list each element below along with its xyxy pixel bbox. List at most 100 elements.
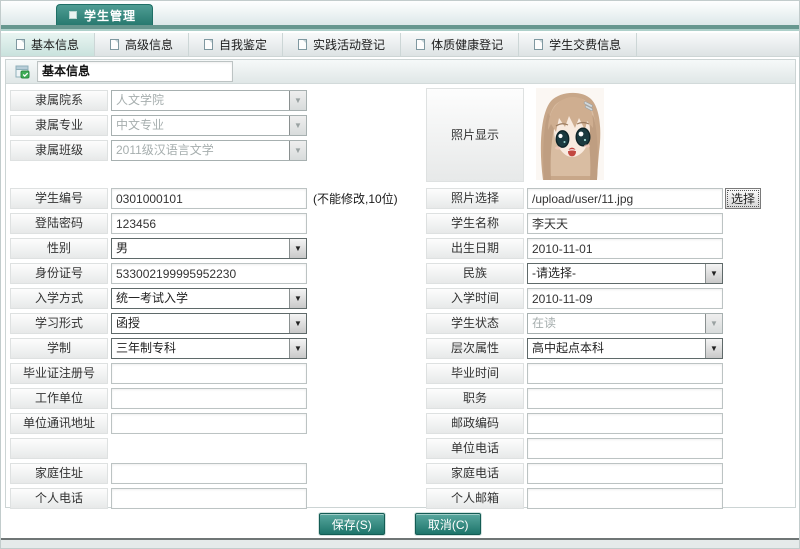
tab-physical-health[interactable]: 体质健康登记 [401, 33, 519, 56]
work-phone-input[interactable] [527, 438, 723, 459]
form-row: 学生状态 在读 ▼ [426, 311, 792, 336]
postal-code-input[interactable] [527, 413, 723, 434]
personal-phone-input[interactable] [111, 488, 307, 509]
affiliation-major-label: 隶属专业 [10, 115, 108, 136]
student-name-label: 学生名称 [426, 213, 524, 234]
student-photo [536, 88, 604, 180]
ethnicity-select[interactable]: -请选择- ▼ [527, 263, 723, 284]
home-address-label: 家庭住址 [10, 463, 108, 484]
affiliation-college-label: 隶属院系 [10, 90, 108, 111]
job-title-label: 职务 [426, 388, 524, 409]
dropdown-arrow-icon: ▼ [289, 116, 306, 135]
form-row: 性别 男 ▼ [10, 236, 422, 261]
ethnicity-label: 民族 [426, 263, 524, 284]
dropdown-arrow-icon: ▼ [289, 141, 306, 160]
form-row: 邮政编码 [426, 411, 792, 436]
study-form-select[interactable]: 函授 ▼ [111, 313, 307, 334]
birth-date-label: 出生日期 [426, 238, 524, 259]
birth-date-input[interactable] [527, 238, 723, 259]
postal-code-label: 邮政编码 [426, 413, 524, 434]
form-row: 入学方式 统一考试入学 ▼ [10, 286, 422, 311]
dropdown-arrow-icon: ▼ [705, 339, 722, 358]
save-button[interactable]: 保存(S) [319, 513, 385, 535]
study-form-label: 学习形式 [10, 313, 108, 334]
tab-practice-activity[interactable]: 实践活动登记 [283, 33, 401, 56]
form-row: 家庭电话 [426, 461, 792, 486]
diploma-reg-label: 毕业证注册号 [10, 363, 108, 384]
form-row: 个人邮箱 [426, 486, 792, 511]
document-icon [16, 39, 25, 50]
graduation-date-input[interactable] [527, 363, 723, 384]
tab-tuition-info[interactable]: 学生交费信息 [519, 33, 637, 56]
form-row: 职务 [426, 386, 792, 411]
module-title-tab[interactable]: 学生管理 [56, 4, 153, 25]
home-phone-label: 家庭电话 [426, 463, 524, 484]
personal-email-input[interactable] [527, 488, 723, 509]
id-card-label: 身份证号 [10, 263, 108, 284]
gender-label: 性别 [10, 238, 108, 259]
form-row: 隶属院系 人文学院 ▼ [10, 88, 422, 113]
home-phone-input[interactable] [527, 463, 723, 484]
affiliation-major-select: 中文专业 ▼ [111, 115, 307, 136]
affiliation-class-value: 2011级汉语言文学 [112, 141, 289, 160]
section-title: 基本信息 [37, 61, 233, 82]
enrollment-method-select[interactable]: 统一考试入学 ▼ [111, 288, 307, 309]
document-icon [204, 39, 213, 50]
spacer-label [10, 438, 108, 459]
tab-self-assessment[interactable]: 自我鉴定 [189, 33, 283, 56]
form-icon [15, 65, 30, 79]
home-address-input[interactable] [111, 463, 307, 484]
student-status-value: 在读 [528, 314, 705, 333]
form-row: 身份证号 [10, 261, 422, 286]
form-row: 隶属专业 中文专业 ▼ [10, 113, 422, 138]
form-row: 学习形式 函授 ▼ [10, 311, 422, 336]
cancel-button[interactable]: 取消(C) [415, 513, 481, 535]
form-row: 毕业时间 [426, 361, 792, 386]
tab-advanced-info[interactable]: 高级信息 [95, 33, 189, 56]
form-row: 学制 三年制专科 ▼ [10, 336, 422, 361]
document-icon [416, 39, 425, 50]
enrollment-method-value: 统一考试入学 [112, 289, 289, 308]
id-card-input[interactable] [111, 263, 307, 284]
affiliation-class-label: 隶属班级 [10, 140, 108, 161]
document-icon [534, 39, 543, 50]
personal-email-label: 个人邮箱 [426, 488, 524, 509]
affiliation-class-select: 2011级汉语言文学 ▼ [111, 140, 307, 161]
graduation-date-label: 毕业时间 [426, 363, 524, 384]
photo-path-input[interactable] [527, 188, 723, 209]
student-id-input[interactable] [111, 188, 307, 209]
gender-select[interactable]: 男 ▼ [111, 238, 307, 259]
work-phone-label: 单位电话 [426, 438, 524, 459]
login-password-input[interactable] [111, 213, 307, 234]
form-row: 单位通讯地址 [10, 411, 422, 436]
tab-bar: 基本信息 高级信息 自我鉴定 实践活动登记 体质健康登记 学生交费信息 [1, 33, 799, 57]
work-unit-input[interactable] [111, 388, 307, 409]
form-row: 学生编号 (不能修改,10位) [10, 186, 422, 211]
job-title-input[interactable] [527, 388, 723, 409]
enrollment-date-input[interactable] [527, 288, 723, 309]
form-row: 入学时间 [426, 286, 792, 311]
form-row-spacer [10, 436, 422, 461]
tab-label: 自我鉴定 [219, 36, 267, 53]
schooling-length-select[interactable]: 三年制专科 ▼ [111, 338, 307, 359]
level-attribute-select[interactable]: 高中起点本科 ▼ [527, 338, 723, 359]
work-address-label: 单位通讯地址 [10, 413, 108, 434]
form-row: 登陆密码 [10, 211, 422, 236]
form-row: 学生名称 [426, 211, 792, 236]
module-title: 学生管理 [84, 7, 136, 24]
affiliation-college-value: 人文学院 [112, 91, 289, 110]
dropdown-arrow-icon: ▼ [705, 264, 722, 283]
student-status-label: 学生状态 [426, 313, 524, 334]
schooling-length-value: 三年制专科 [112, 339, 289, 358]
photo-select-button[interactable]: 选择 [725, 188, 761, 209]
dropdown-arrow-icon: ▼ [289, 239, 306, 258]
dropdown-arrow-icon: ▼ [289, 314, 306, 333]
work-address-input[interactable] [111, 413, 307, 434]
tab-label: 学生交费信息 [549, 36, 621, 53]
tab-basic-info[interactable]: 基本信息 [1, 33, 95, 56]
diploma-reg-input[interactable] [111, 363, 307, 384]
student-name-input[interactable] [527, 213, 723, 234]
dropdown-arrow-icon: ▼ [705, 314, 722, 333]
student-status-select: 在读 ▼ [527, 313, 723, 334]
student-id-note: (不能修改,10位) [313, 190, 398, 207]
